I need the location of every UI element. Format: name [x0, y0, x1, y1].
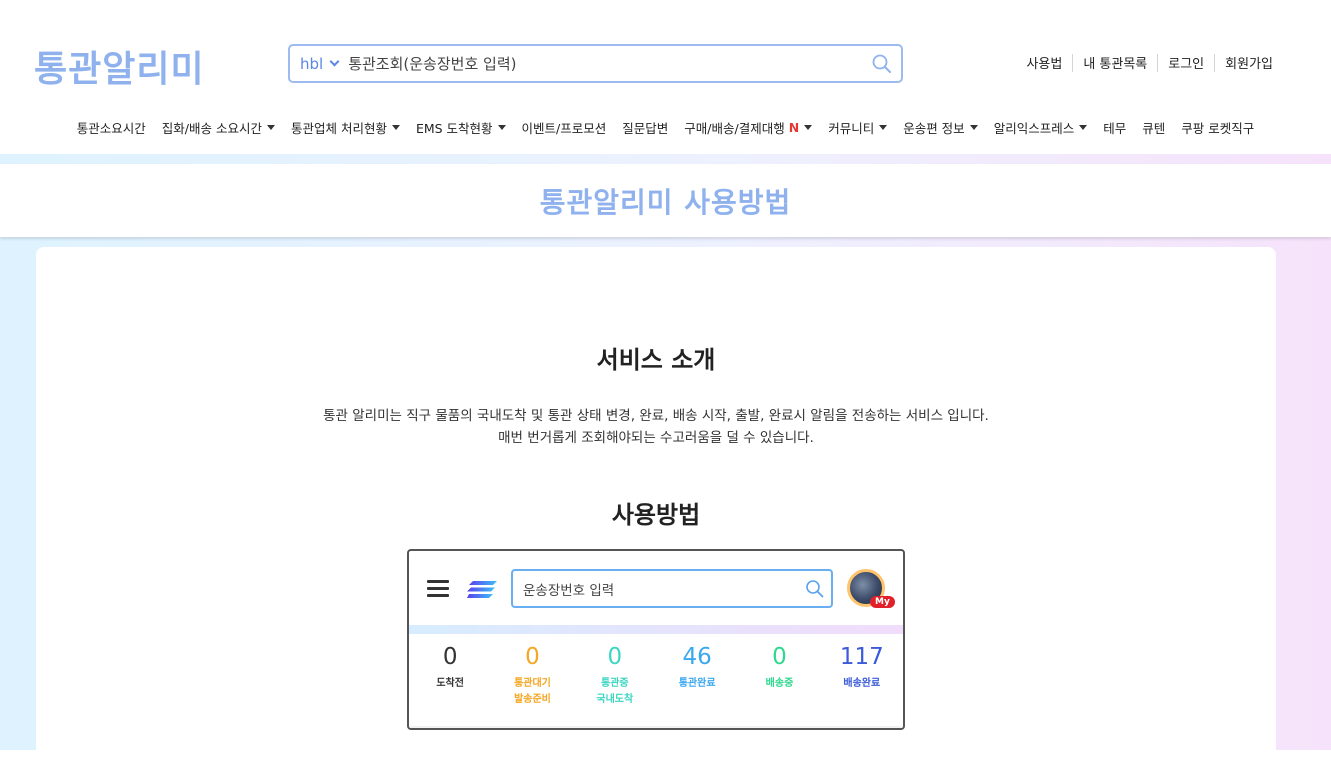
- my-badge: My: [870, 596, 895, 608]
- stat-value: 0: [772, 644, 787, 670]
- nav-item-customs-time[interactable]: 통관소요시간: [69, 118, 154, 137]
- search-icon: [805, 579, 825, 599]
- nav-item-pickup-delivery-time[interactable]: 집화/배송 소요시간: [154, 118, 283, 137]
- stat-value: 46: [682, 644, 712, 670]
- demo-header: 운송장번호 입력 My: [409, 551, 903, 625]
- stat-in-customs: 0 통관중국내도착: [574, 634, 656, 726]
- intro-line: 통관 알리미는 직구 물품의 국내도착 및 통관 상태 변경, 완료, 배송 시…: [323, 408, 989, 424]
- stat-value: 117: [839, 644, 884, 670]
- link-login[interactable]: 로그인: [1158, 53, 1214, 72]
- demo-bottom-edge: [409, 726, 903, 728]
- stat-value: 0: [607, 644, 623, 670]
- stat-in-delivery: 0 배송중: [738, 634, 820, 726]
- nav-label: 운송편 정보: [903, 121, 965, 136]
- nav-item-qna[interactable]: 질문답변: [614, 118, 676, 137]
- stat-delivery-complete: 117 배송완료: [821, 634, 903, 726]
- stat-label-line: 통관완료: [678, 678, 716, 689]
- service-intro-heading: 서비스 소개: [596, 346, 716, 374]
- nav-label: 통관소요시간: [76, 121, 146, 136]
- nav-item-aliexpress[interactable]: 알리익스프레스: [986, 118, 1096, 137]
- top-links: 사용법 내 통관목록 로그인 회원가입: [1016, 53, 1283, 72]
- stat-value: 0: [442, 644, 458, 670]
- tracking-search-bar: hbl: [288, 44, 903, 83]
- caret-down-icon: [497, 125, 506, 130]
- stat-label: 도착전: [409, 676, 491, 692]
- nav-item-shipping-info[interactable]: 운송편 정보: [895, 118, 985, 137]
- nav-label: 이벤트/프로모션: [521, 121, 607, 136]
- caret-down-icon: [969, 125, 978, 130]
- stat-customs-complete: 46 통관완료: [656, 634, 738, 726]
- nav-label: 구매/배송/결제대행: [684, 121, 785, 136]
- demo-search-placeholder: 운송장번호 입력: [523, 582, 615, 599]
- nav-item-qoo10[interactable]: 큐텐: [1134, 118, 1173, 137]
- demo-divider-band: [409, 625, 903, 634]
- nav-label: 테무: [1103, 121, 1127, 136]
- search-icon[interactable]: [871, 53, 893, 75]
- intro-line: 매번 번거롭게 조회해야되는 수고러움을 덜 수 있습니다.: [498, 430, 814, 446]
- caret-down-icon: [879, 125, 888, 130]
- hamburger-menu-icon: [427, 580, 449, 598]
- stat-label: 통관중국내도착: [574, 676, 656, 708]
- nav-item-customs-broker-status[interactable]: 통관업체 처리현황: [283, 118, 408, 137]
- search-type-select[interactable]: hbl: [300, 54, 340, 73]
- link-my-customs-list[interactable]: 내 통관목록: [1073, 53, 1157, 72]
- demo-logo-icon: [467, 581, 497, 598]
- nav-item-purchase-agency[interactable]: 구매/배송/결제대행 N: [676, 118, 820, 137]
- stat-label-line: 도착전: [436, 678, 464, 689]
- main-nav: 통관소요시간 집화/배송 소요시간 통관업체 처리현황 EMS 도착현황 이벤트…: [0, 118, 1331, 137]
- stat-label: 배송중: [738, 676, 820, 692]
- search-type-value: hbl: [300, 54, 324, 73]
- caret-down-icon: [804, 125, 813, 130]
- nav-item-coupang-rocket[interactable]: 쿠팡 로켓직구: [1173, 118, 1262, 137]
- nav-label: 쿠팡 로켓직구: [1181, 121, 1255, 136]
- nav-label: EMS 도착현황: [415, 121, 493, 136]
- stat-label-line: 통관중: [601, 678, 629, 689]
- demo-search-input: 운송장번호 입력: [511, 569, 833, 608]
- stat-value: 0: [525, 644, 540, 670]
- stat-before-arrival: 0 도착전: [409, 634, 491, 726]
- nav-label: 큐텐: [1142, 121, 1166, 136]
- new-badge: N: [788, 120, 800, 135]
- usage-demo-image: 운송장번호 입력 My 0 도착전 0 통관대기발송준비 0 통관중국내도착: [407, 549, 905, 730]
- nav-item-events[interactable]: 이벤트/프로모션: [514, 118, 615, 137]
- demo-status-counts: 0 도착전 0 통관대기발송준비 0 통관중국내도착 46 통관완료 0 배송중…: [409, 634, 903, 726]
- stat-label-line: 국내도착: [596, 694, 634, 705]
- nav-label: 통관업체 처리현황: [290, 121, 387, 136]
- tracking-search-input[interactable]: [348, 54, 871, 73]
- caret-down-icon: [266, 125, 275, 130]
- caret-down-icon: [391, 125, 400, 130]
- nav-item-temu[interactable]: 테무: [1095, 118, 1134, 137]
- nav-label: 커뮤니티: [828, 121, 875, 136]
- service-intro-text: 통관 알리미는 직구 물품의 국내도착 및 통관 상태 변경, 완료, 배송 시…: [36, 405, 1276, 449]
- stat-label-line: 배송중: [765, 678, 794, 689]
- nav-label: 집화/배송 소요시간: [161, 121, 262, 136]
- stat-label-line: 발송준비: [514, 694, 551, 705]
- site-logo[interactable]: 통관알리미: [34, 40, 205, 92]
- page-title: 통관알리미 사용방법: [539, 185, 792, 219]
- content-card: 서비스 소개 통관 알리미는 직구 물품의 국내도착 및 통관 상태 변경, 완…: [36, 247, 1276, 767]
- header: 통관알리미 hbl 사용법 내 통관목록 로그인 회원가입 통관소요시간 집화/…: [0, 0, 1331, 154]
- chevron-down-icon: [329, 56, 340, 67]
- nav-label: 알리익스프레스: [993, 121, 1075, 136]
- nav-item-ems-arrival[interactable]: EMS 도착현황: [408, 118, 514, 137]
- stat-label: 통관완료: [656, 676, 738, 692]
- stat-label: 통관대기발송준비: [491, 676, 573, 708]
- link-usage[interactable]: 사용법: [1016, 53, 1072, 72]
- page-title-band: 통관알리미 사용방법: [0, 164, 1331, 237]
- caret-down-icon: [1079, 125, 1088, 130]
- stat-label: 배송완료: [821, 676, 903, 692]
- nav-label: 질문답변: [622, 121, 669, 136]
- nav-item-community[interactable]: 커뮤니티: [820, 118, 895, 137]
- stat-label-line: 통관대기: [514, 678, 551, 689]
- usage-heading: 사용방법: [611, 501, 701, 529]
- stat-label-line: 배송완료: [843, 678, 881, 689]
- stat-customs-waiting: 0 통관대기발송준비: [491, 634, 573, 726]
- link-signup[interactable]: 회원가입: [1215, 53, 1283, 72]
